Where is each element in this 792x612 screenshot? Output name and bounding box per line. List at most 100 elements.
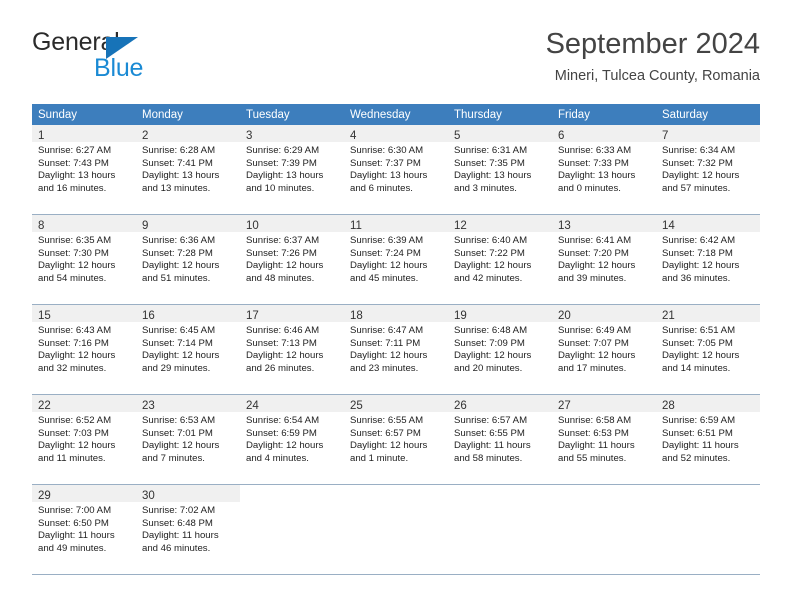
day-details: Sunrise: 6:30 AM Sunset: 7:37 PM Daylight:… <box>344 142 448 195</box>
day-cell[interactable]: 19 Sunrise: 6:48 AM Sunset: 7:09 PM Dayligh… <box>448 305 552 394</box>
day-details: Sunrise: 6:40 AM Sunset: 7:22 PM Daylight:… <box>448 232 552 285</box>
daylight-text-line1: Daylight: 11 hours <box>38 530 115 542</box>
sunrise-text: Sunrise: 6:49 AM <box>558 325 632 336</box>
day-details <box>240 502 344 505</box>
day-number: 12 <box>454 220 467 232</box>
day-cell[interactable]: 12 Sunrise: 6:40 AM Sunset: 7:22 PM Dayligh… <box>448 215 552 304</box>
sunset-text: Sunset: 7:39 PM <box>246 157 317 169</box>
day-details: Sunrise: 6:33 AM Sunset: 7:33 PM Daylight:… <box>552 142 656 195</box>
day-number-bar: 24 <box>240 395 344 412</box>
day-cell[interactable]: 26 Sunrise: 6:57 AM Sunset: 6:55 PM Dayligh… <box>448 395 552 484</box>
weekday-header-saturday: Saturday <box>662 109 709 121</box>
daylight-text-line2: and 52 minutes. <box>662 452 731 464</box>
day-cell[interactable]: 6 Sunrise: 6:33 AM Sunset: 7:33 PM Daylight… <box>552 125 656 214</box>
day-cell[interactable]: 4 Sunrise: 6:30 AM Sunset: 7:37 PM Daylight… <box>344 125 448 214</box>
daylight-text-line2: and 7 minutes. <box>142 452 205 464</box>
day-details: Sunrise: 6:39 AM Sunset: 7:24 PM Daylight:… <box>344 232 448 285</box>
sunrise-text: Sunrise: 6:47 AM <box>350 325 424 336</box>
day-number: 9 <box>142 220 149 232</box>
day-cell[interactable]: 30 Sunrise: 7:02 AM Sunset: 6:48 PM Dayligh… <box>136 485 240 574</box>
daylight-text-line1: Daylight: 11 hours <box>454 440 531 452</box>
day-number-bar: 28 <box>656 395 760 412</box>
day-cell[interactable]: 1 Sunrise: 6:27 AM Sunset: 7:43 PM Daylight… <box>32 125 136 214</box>
weekday-header-row: Sunday Monday Tuesday Wednesday Thursday… <box>32 104 760 125</box>
sunset-text: Sunset: 7:24 PM <box>350 247 421 259</box>
day-cell[interactable]: 8 Sunrise: 6:35 AM Sunset: 7:30 PM Daylight… <box>32 215 136 304</box>
daylight-text-line1: Daylight: 13 hours <box>558 170 636 182</box>
day-number: 10 <box>246 220 259 232</box>
general-blue-logo[interactable]: General Blue <box>32 30 212 86</box>
calendar-grid: Sunday Monday Tuesday Wednesday Thursday… <box>32 104 760 575</box>
day-details: Sunrise: 6:34 AM Sunset: 7:32 PM Daylight:… <box>656 142 760 195</box>
day-number-bar <box>344 485 448 502</box>
sunrise-text: Sunrise: 6:31 AM <box>454 145 528 156</box>
daylight-text-line2: and 20 minutes. <box>454 362 523 374</box>
sunset-text: Sunset: 6:59 PM <box>246 427 317 439</box>
day-number: 7 <box>662 130 669 142</box>
day-cell[interactable]: 17 Sunrise: 6:46 AM Sunset: 7:13 PM Dayligh… <box>240 305 344 394</box>
daylight-text-line2: and 4 minutes. <box>246 452 309 464</box>
daylight-text-line2: and 42 minutes. <box>454 272 523 284</box>
day-cell[interactable]: 16 Sunrise: 6:45 AM Sunset: 7:14 PM Dayligh… <box>136 305 240 394</box>
day-number-bar: 26 <box>448 395 552 412</box>
daylight-text-line1: Daylight: 12 hours <box>558 260 636 272</box>
daylight-text-line1: Daylight: 12 hours <box>350 260 428 272</box>
day-details: Sunrise: 6:55 AM Sunset: 6:57 PM Daylight:… <box>344 412 448 465</box>
day-details: Sunrise: 6:47 AM Sunset: 7:11 PM Daylight:… <box>344 322 448 375</box>
day-cell[interactable]: 27 Sunrise: 6:58 AM Sunset: 6:53 PM Dayligh… <box>552 395 656 484</box>
daylight-text-line1: Daylight: 11 hours <box>662 440 739 452</box>
day-number-bar: 16 <box>136 305 240 322</box>
day-cell[interactable]: 23 Sunrise: 6:53 AM Sunset: 7:01 PM Dayligh… <box>136 395 240 484</box>
day-cell[interactable]: 11 Sunrise: 6:39 AM Sunset: 7:24 PM Dayligh… <box>344 215 448 304</box>
calendar-page: General Blue September 2024 Mineri, Tulc… <box>0 0 792 612</box>
day-number: 11 <box>350 220 362 232</box>
sunset-text: Sunset: 7:37 PM <box>350 157 421 169</box>
day-number: 28 <box>662 400 675 412</box>
day-cell[interactable]: 25 Sunrise: 6:55 AM Sunset: 6:57 PM Dayligh… <box>344 395 448 484</box>
sunrise-text: Sunrise: 6:37 AM <box>246 235 320 246</box>
day-cell[interactable]: 21 Sunrise: 6:51 AM Sunset: 7:05 PM Dayligh… <box>656 305 760 394</box>
day-cell[interactable]: 2 Sunrise: 6:28 AM Sunset: 7:41 PM Daylight… <box>136 125 240 214</box>
day-cell[interactable]: 3 Sunrise: 6:29 AM Sunset: 7:39 PM Daylight… <box>240 125 344 214</box>
daylight-text-line1: Daylight: 12 hours <box>38 350 116 362</box>
day-number: 14 <box>662 220 675 232</box>
day-cell[interactable]: 5 Sunrise: 6:31 AM Sunset: 7:35 PM Daylight… <box>448 125 552 214</box>
day-number-bar: 2 <box>136 125 240 142</box>
day-number-bar: 8 <box>32 215 136 232</box>
day-cell[interactable]: 15 Sunrise: 6:43 AM Sunset: 7:16 PM Dayligh… <box>32 305 136 394</box>
day-cell[interactable]: 18 Sunrise: 6:47 AM Sunset: 7:11 PM Dayligh… <box>344 305 448 394</box>
day-cell[interactable]: 24 Sunrise: 6:54 AM Sunset: 6:59 PM Dayligh… <box>240 395 344 484</box>
day-cell[interactable]: 20 Sunrise: 6:49 AM Sunset: 7:07 PM Dayligh… <box>552 305 656 394</box>
day-number-bar: 30 <box>136 485 240 502</box>
sunset-text: Sunset: 7:18 PM <box>662 247 733 259</box>
day-number: 6 <box>558 130 565 142</box>
daylight-text-line1: Daylight: 12 hours <box>350 440 428 452</box>
day-details: Sunrise: 6:52 AM Sunset: 7:03 PM Daylight:… <box>32 412 136 465</box>
day-cell[interactable]: 22 Sunrise: 6:52 AM Sunset: 7:03 PM Dayligh… <box>32 395 136 484</box>
day-cell[interactable]: 28 Sunrise: 6:59 AM Sunset: 6:51 PM Dayligh… <box>656 395 760 484</box>
sunset-text: Sunset: 6:55 PM <box>454 427 525 439</box>
day-cell[interactable]: 13 Sunrise: 6:41 AM Sunset: 7:20 PM Dayligh… <box>552 215 656 304</box>
day-cell[interactable]: 7 Sunrise: 6:34 AM Sunset: 7:32 PM Daylight… <box>656 125 760 214</box>
daylight-text-line2: and 49 minutes. <box>38 542 107 554</box>
day-cell[interactable]: 9 Sunrise: 6:36 AM Sunset: 7:28 PM Daylight… <box>136 215 240 304</box>
day-number: 16 <box>142 310 155 322</box>
daylight-text-line1: Daylight: 12 hours <box>662 260 740 272</box>
day-cell[interactable]: 29 Sunrise: 7:00 AM Sunset: 6:50 PM Dayligh… <box>32 485 136 574</box>
daylight-text-line2: and 1 minute. <box>350 452 409 464</box>
day-cell[interactable]: 10 Sunrise: 6:37 AM Sunset: 7:26 PM Dayligh… <box>240 215 344 304</box>
sunset-text: Sunset: 7:14 PM <box>142 337 213 349</box>
day-cell[interactable]: 14 Sunrise: 6:42 AM Sunset: 7:18 PM Dayligh… <box>656 215 760 304</box>
sunrise-text: Sunrise: 6:58 AM <box>558 415 632 426</box>
day-details: Sunrise: 6:54 AM Sunset: 6:59 PM Daylight:… <box>240 412 344 465</box>
daylight-text-line2: and 11 minutes. <box>38 452 106 464</box>
sunset-text: Sunset: 7:30 PM <box>38 247 109 259</box>
day-details: Sunrise: 7:00 AM Sunset: 6:50 PM Daylight:… <box>32 502 136 555</box>
day-details: Sunrise: 6:59 AM Sunset: 6:51 PM Daylight:… <box>656 412 760 465</box>
sunrise-text: Sunrise: 6:45 AM <box>142 325 216 336</box>
daylight-text-line1: Daylight: 12 hours <box>142 440 220 452</box>
day-number: 21 <box>662 310 675 322</box>
day-number: 8 <box>38 220 45 232</box>
day-number-bar: 6 <box>552 125 656 142</box>
day-number: 3 <box>246 130 253 142</box>
